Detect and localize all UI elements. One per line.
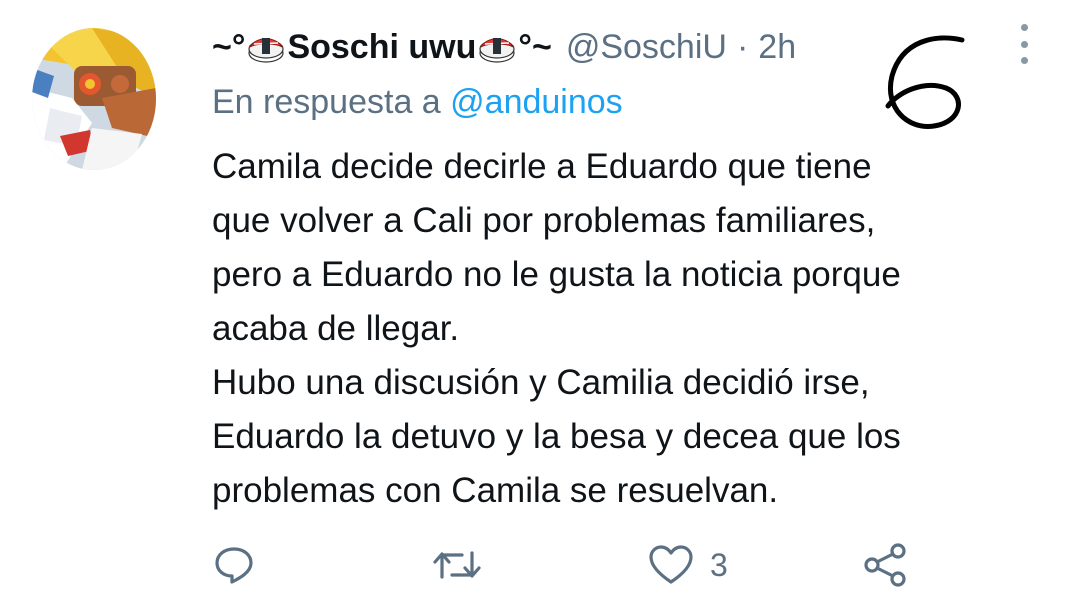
handwritten-annotation bbox=[876, 30, 976, 145]
sushi-emoji-icon bbox=[248, 38, 285, 63]
tweet[interactable]: ~° Soschi uwu °~ @SoschiU · 2h En respue… bbox=[0, 0, 1080, 612]
reply-context: En respuesta a @anduinos bbox=[212, 80, 623, 124]
tweet-text: Camila decide decirle a Eduardo que tien… bbox=[212, 140, 1042, 518]
name-suffix: °~ bbox=[518, 28, 552, 66]
handwritten-six bbox=[885, 35, 965, 129]
tweet-text-line: acaba de llegar. bbox=[212, 309, 460, 348]
retweet-button[interactable] bbox=[432, 540, 482, 590]
sushi-emoji-icon bbox=[479, 38, 515, 63]
tweet-text-line: que volver a Cali por problemas familiar… bbox=[212, 201, 876, 240]
tweet-header: ~° Soschi uwu °~ @SoschiU · 2h bbox=[212, 22, 796, 72]
timestamp[interactable]: 2h bbox=[758, 25, 796, 69]
tweet-text-line: Eduardo la detuvo y la besa y decea que … bbox=[212, 417, 901, 456]
tweet-text-line: Hubo una discusión y Camilia decidió irs… bbox=[212, 363, 870, 402]
retweet-icon bbox=[433, 551, 481, 579]
user-handle[interactable]: @SoschiU bbox=[566, 25, 727, 69]
like-count: 3 bbox=[710, 546, 728, 583]
avatar-image bbox=[32, 28, 156, 170]
like-button[interactable]: 3 bbox=[648, 540, 728, 590]
more-options-icon[interactable] bbox=[1012, 24, 1036, 64]
share-button[interactable] bbox=[862, 540, 910, 590]
tweet-text-line: pero a Eduardo no le gusta la noticia po… bbox=[212, 255, 901, 294]
avatar[interactable] bbox=[32, 28, 156, 170]
display-name[interactable]: ~° Soschi uwu °~ bbox=[212, 25, 552, 69]
action-bar: 3 bbox=[0, 540, 1080, 590]
comment-icon bbox=[215, 547, 253, 584]
name-text: Soschi uwu bbox=[287, 28, 477, 66]
separator-dot: · bbox=[736, 28, 749, 66]
reply-mention-link[interactable]: @anduinos bbox=[450, 83, 623, 121]
tweet-text-line: Camila decide decirle a Eduardo que tien… bbox=[212, 147, 872, 186]
reply-button[interactable] bbox=[212, 540, 256, 590]
share-icon bbox=[864, 543, 906, 587]
heart-icon bbox=[649, 545, 693, 584]
tweet-text-line: problemas con Camila se resuelvan. bbox=[212, 471, 779, 510]
reply-prefix: En respuesta a bbox=[212, 83, 451, 121]
name-prefix: ~° bbox=[212, 28, 246, 66]
